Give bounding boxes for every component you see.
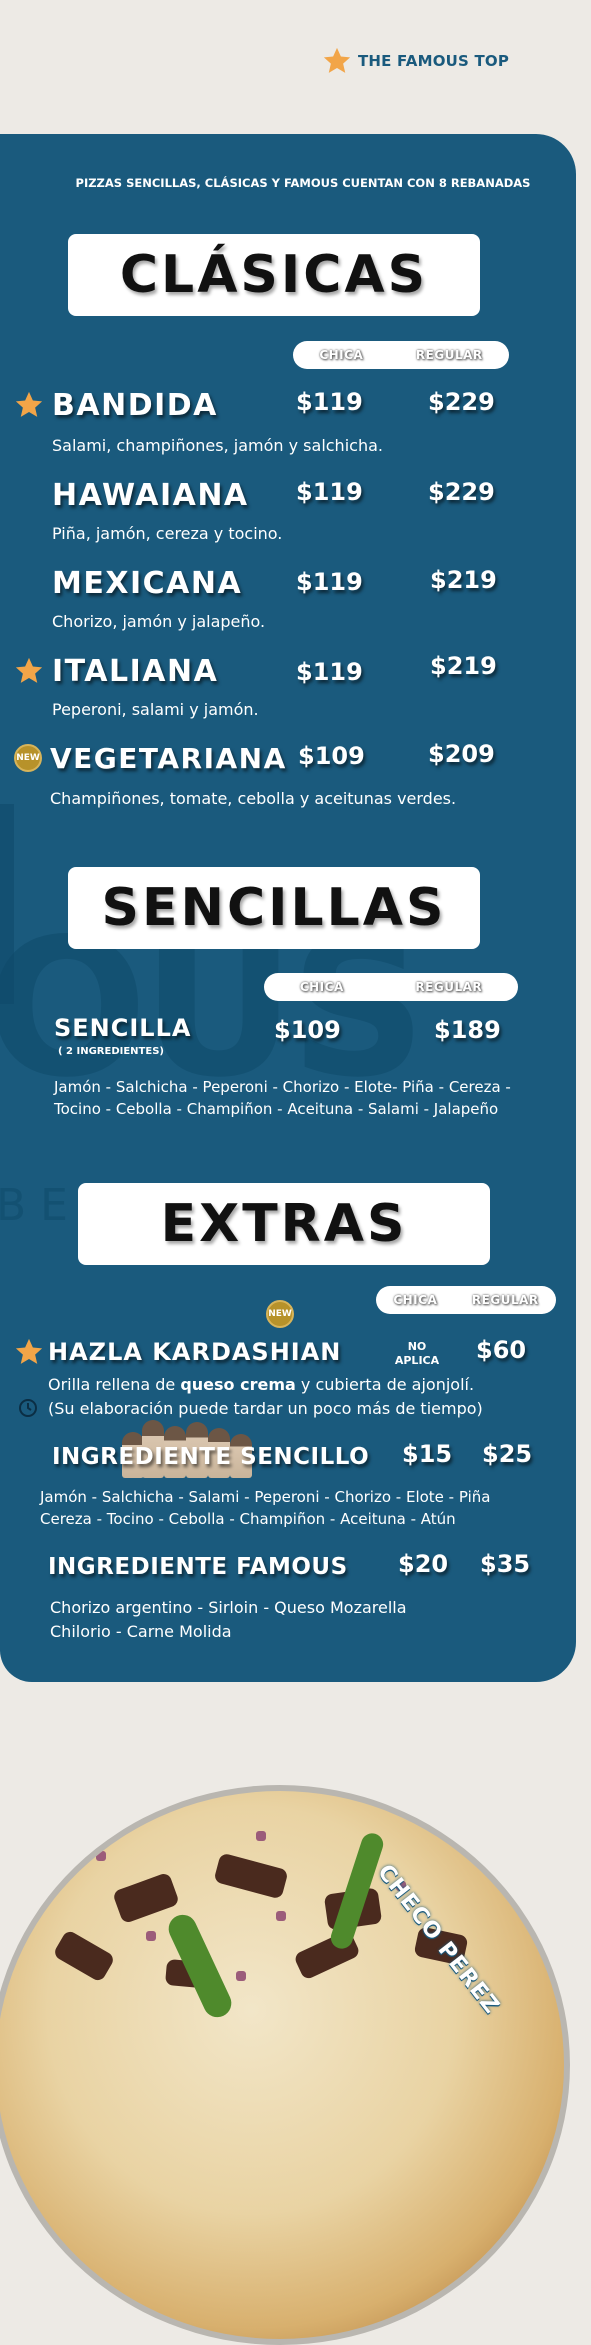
price-regular-vegetariana: $209: [428, 740, 495, 768]
item-note-kardashian: (Su elaboración puede tardar un poco más…: [48, 1399, 483, 1418]
item-desc-vegetariana: Champiñones, tomate, cebolla y aceitunas…: [50, 789, 457, 808]
star-icon: [15, 657, 43, 683]
price-chica-bandida: $119: [296, 388, 363, 416]
item-name-ingrediente-famous: INGREDIENTE FAMOUS: [48, 1554, 348, 1580]
price-chica-ingrediente-sencillo: $15: [402, 1440, 453, 1468]
extras-title: EXTRAS: [160, 1194, 408, 1254]
star-icon: [323, 47, 351, 73]
clock-icon: [19, 1399, 37, 1417]
item-sub-sencilla: ( 2 INGREDIENTES): [58, 1046, 164, 1057]
item-desc-mexicana: Chorizo, jamón y jalapeño.: [52, 612, 266, 631]
item-name-mexicana: MEXICANA: [52, 566, 243, 601]
item-name-hawaiana: HAWAIANA: [52, 478, 249, 513]
item-desc-ingrediente-famous-1: Chorizo argentino - Sirloin - Queso Moza…: [50, 1598, 407, 1617]
new-badge: NEW: [14, 744, 42, 772]
item-name-vegetariana: VEGETARIANA: [50, 742, 287, 775]
slices-note: PIZZAS SENCILLAS, CLÁSICAS Y FAMOUS CUEN…: [75, 176, 531, 190]
price-regular-italiana: $219: [430, 652, 497, 680]
price-chica-vegetariana: $109: [298, 742, 365, 770]
price-regular-ingrediente-sencillo: $25: [482, 1440, 533, 1468]
item-desc-sencilla-2: Tocino - Cebolla - Champiñon - Aceituna …: [54, 1100, 499, 1118]
item-name-kardashian: HAZLA KARDASHIAN: [48, 1338, 342, 1366]
watermark-bar: [0, 804, 14, 1004]
price-chica-mexicana: $119: [296, 568, 363, 596]
clasicas-title: CLÁSICAS: [119, 245, 429, 305]
item-name-bandida: BANDIDA: [52, 388, 218, 423]
item-desc-hawaiana: Piña, jamón, cereza y tocino.: [52, 524, 283, 543]
price-chica-kardashian: NO APLICA: [394, 1340, 440, 1368]
price-regular-bandida: $229: [428, 388, 495, 416]
col-regular-label: REGULAR: [471, 1293, 539, 1307]
no-aplica-line2: APLICA: [394, 1354, 440, 1367]
price-regular-hawaiana: $229: [428, 478, 495, 506]
item-name-sencilla: SENCILLA: [54, 1014, 192, 1042]
brand: THE FAMOUS TOP: [322, 46, 509, 76]
item-name-italiana: ITALIANA: [52, 654, 219, 689]
pizza-image: [0, 1785, 570, 2345]
item-name-ingrediente-sencillo: INGREDIENTE SENCILLO: [52, 1444, 370, 1470]
new-badge: NEW: [266, 1300, 294, 1328]
col-chica-label: CHICA: [319, 348, 364, 362]
extras-column-header: CHICA REGULAR: [376, 1286, 556, 1314]
sencillas-title-box: SENCILLAS: [68, 867, 480, 949]
item-desc-kardashian: Orilla rellena de queso crema y cubierta…: [48, 1374, 474, 1396]
brand-name: THE FAMOUS TOP: [358, 52, 510, 70]
price-regular-sencilla: $189: [434, 1016, 501, 1044]
price-regular-kardashian: $60: [476, 1336, 527, 1364]
clasicas-title-box: CLÁSICAS: [68, 234, 480, 316]
star-icon: [15, 1338, 43, 1364]
item-desc-ingrediente-famous-2: Chilorio - Carne Molida: [50, 1622, 232, 1641]
desc-post: y cubierta de ajonjolí.: [295, 1375, 475, 1394]
item-desc-sencilla-1: Jamón - Salchicha - Peperoni - Chorizo -…: [54, 1078, 511, 1096]
item-desc-ingrediente-sencillo-1: Jamón - Salchicha - Salami - Peperoni - …: [40, 1488, 491, 1506]
price-regular-ingrediente-famous: $35: [480, 1550, 531, 1578]
extras-title-box: EXTRAS: [78, 1183, 490, 1265]
desc-bold: queso crema: [180, 1375, 296, 1394]
price-regular-mexicana: $219: [430, 566, 497, 594]
item-desc-italiana: Peperoni, salami y jamón.: [52, 700, 259, 719]
menu-panel: OUS BEER PIZZAS SENCILLAS, CLÁSICAS Y FA…: [0, 134, 576, 1682]
clasicas-column-header: CHICA REGULAR: [293, 341, 509, 369]
desc-pre: Orilla rellena de: [48, 1375, 181, 1394]
sencillas-column-header: CHICA REGULAR: [264, 973, 518, 1001]
col-chica-label: CHICA: [393, 1293, 438, 1307]
price-chica-sencilla: $109: [274, 1016, 341, 1044]
sencillas-title: SENCILLAS: [101, 878, 447, 938]
no-aplica-line1: NO: [407, 1340, 427, 1353]
price-chica-ingrediente-famous: $20: [398, 1550, 449, 1578]
star-icon: [15, 391, 43, 417]
item-desc-bandida: Salami, champiñones, jamón y salchicha.: [52, 436, 383, 455]
item-desc-ingrediente-sencillo-2: Cereza - Tocino - Cebolla - Champiñon - …: [40, 1510, 456, 1528]
col-chica-label: CHICA: [299, 980, 344, 994]
price-chica-hawaiana: $119: [296, 478, 363, 506]
price-chica-italiana: $119: [296, 658, 363, 686]
col-regular-label: REGULAR: [415, 980, 483, 994]
col-regular-label: REGULAR: [415, 348, 483, 362]
